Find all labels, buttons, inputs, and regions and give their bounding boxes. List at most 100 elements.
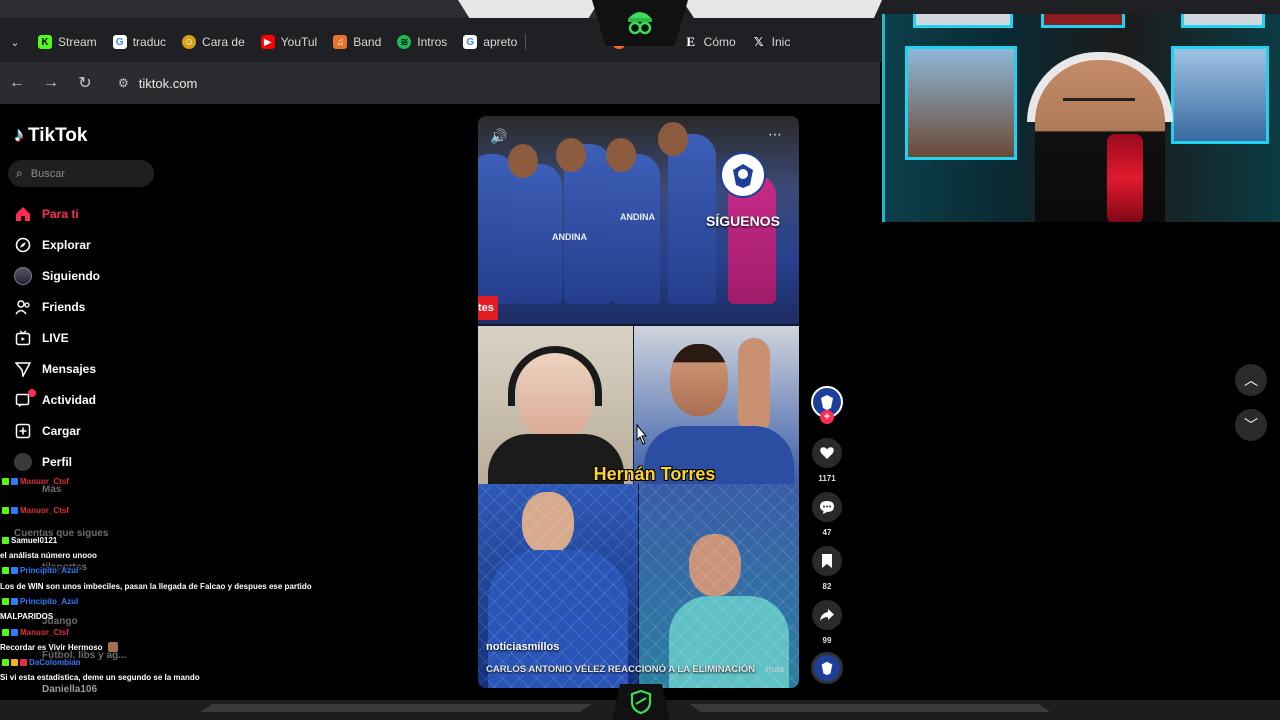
tab-label: YouTul <box>280 35 318 49</box>
chat-user: Manuor_Ctsf <box>0 477 71 487</box>
like-count: 1171 <box>818 474 836 483</box>
vip-badge-icon <box>11 659 18 667</box>
youtube-icon: ▶ <box>260 35 275 49</box>
nav-for-you[interactable]: Para ti <box>14 198 100 229</box>
nav-messages[interactable]: Mensajes <box>14 353 100 384</box>
chat-user: DaColombian <box>0 658 83 668</box>
wall-frame <box>1181 14 1265 28</box>
inbox-icon <box>14 388 36 409</box>
wall-frame <box>905 46 1017 160</box>
share-button[interactable]: 99 <box>808 600 846 650</box>
video-panel-commentator <box>478 326 633 494</box>
url-field[interactable]: ⚙ tiktok.com <box>108 67 868 99</box>
gift-badge-icon <box>20 659 27 667</box>
tab[interactable]: ♫ Band <box>325 28 389 56</box>
sub-badge-icon <box>11 628 18 636</box>
chat-user: Manuor_Ctsf <box>0 506 71 516</box>
search-input[interactable]: ⌕ Buscar <box>8 160 154 187</box>
tab[interactable]: ≋ Intros <box>389 28 455 56</box>
previous-video-button[interactable]: ︿ <box>1235 364 1267 396</box>
tiktok-logo[interactable]: ♪ TikTok <box>14 124 87 147</box>
kick-icon: K <box>38 35 52 49</box>
player-head <box>658 122 688 156</box>
nav-label: Siguiendo <box>42 268 100 283</box>
chat-text: MALPARIDOS <box>0 609 300 624</box>
reload-button[interactable]: ↻ <box>68 66 102 100</box>
follow-plus-icon[interactable]: + <box>820 410 834 424</box>
chat-username: Samuel0121 <box>11 535 58 545</box>
chat-username: Principito_Azul <box>20 566 79 576</box>
e-icon: E <box>686 34 695 49</box>
kick-badge-icon <box>2 628 9 636</box>
chat-message: Samuel0121 <box>0 533 300 548</box>
bookmark-icon <box>812 546 842 576</box>
chat-text: Si vi esta estadística, deme un segundo … <box>0 673 200 683</box>
reload-icon: ↻ <box>78 75 92 92</box>
nav-explore[interactable]: Explorar <box>14 229 100 260</box>
comment-icon <box>812 492 842 522</box>
chat-text: Recordar es Vivir Hermoso <box>0 642 103 652</box>
save-button[interactable]: 82 <box>808 546 846 596</box>
nav-live[interactable]: LIVE <box>14 322 100 353</box>
spotify-icon: ≋ <box>397 35 412 49</box>
following-account[interactable]: Daniella106 <box>42 684 97 695</box>
chat-message: Manuor_Ctsf <box>0 624 300 639</box>
profile-icon <box>14 452 32 471</box>
tab[interactable]: Gapreto <box>455 28 525 56</box>
creator-avatar-button[interactable]: + <box>808 386 846 438</box>
screen: ⌄ K Stream Gtraduc ☺ Cara de ▶ YouTul ♫ Band… <box>0 0 1280 720</box>
more-options-icon[interactable]: ⋯ <box>768 126 782 143</box>
tab[interactable]: Gtraduc <box>105 28 174 56</box>
tab[interactable]: ☺ Cara de <box>174 28 253 56</box>
site-settings-icon[interactable]: ⚙ <box>118 76 129 90</box>
tab-label: Intros <box>417 35 448 49</box>
chat-text: Los de WIN son unos imbeciles, pasan la … <box>0 581 312 591</box>
jersey-sponsor: ANDINA <box>620 212 655 222</box>
video-panel-coach <box>634 326 799 486</box>
chat-username: Manuor_Ctsf <box>20 627 69 637</box>
google-icon: G <box>463 35 478 49</box>
nav-following[interactable]: Siguiendo <box>14 260 100 291</box>
tab[interactable]: 𝕏 Inic <box>744 28 799 56</box>
nav-upload[interactable]: Cargar <box>14 415 100 446</box>
forward-button[interactable]: → <box>34 66 68 100</box>
stream-chat: Manuor_Ctsf Manuor_Ctsf Samuel0121 el an… <box>0 474 312 686</box>
chat-text: Recordar es Vivir Hermoso <box>0 640 300 655</box>
nav-label: Actividad <box>42 392 97 407</box>
chat-user: Principito_Azul <box>0 596 81 606</box>
back-button[interactable]: ← <box>0 66 34 100</box>
tiktok-nav: Para ti Explorar Siguiendo Friends LIVE … <box>14 198 100 477</box>
video-author[interactable]: noticiasmillos <box>486 641 559 653</box>
tab[interactable]: K Stream <box>30 28 105 56</box>
shield-icon <box>630 690 652 714</box>
search-icon: ⌕ <box>16 166 23 180</box>
nav-friends[interactable]: Friends <box>14 291 100 322</box>
address-bar: ← → ↻ ⚙ tiktok.com <box>0 62 880 104</box>
arrow-left-icon: ← <box>9 74 25 91</box>
coach-hands <box>738 338 770 434</box>
nav-label: Explorar <box>42 237 91 252</box>
next-video-button[interactable]: ﹀ <box>1235 409 1267 441</box>
tab[interactable]: E Cómo <box>676 28 744 56</box>
music-disc-button[interactable] <box>808 652 846 684</box>
like-button[interactable]: 1171 <box>808 438 846 488</box>
video-more-link[interactable]: más <box>766 664 784 675</box>
video-player[interactable]: ANDINA ANDINA 🔊 ⋯ SÍGUENOS tes Hernán To… <box>478 116 799 688</box>
coach-head <box>670 344 728 416</box>
tiktok-wordmark: TikTok <box>28 124 88 146</box>
tab[interactable]: ▶ YouTul <box>253 28 325 56</box>
tab-search-chevron-icon[interactable]: ⌄ <box>0 28 30 56</box>
nav-profile[interactable]: Perfil <box>14 446 100 477</box>
player-figure <box>612 154 660 304</box>
wall-frame <box>1171 46 1269 144</box>
nav-activity[interactable]: Actividad <box>14 384 100 415</box>
volume-icon[interactable]: 🔊 <box>490 128 507 145</box>
chevron-up-icon: ︿ <box>1244 372 1258 388</box>
chat-text: el análista número unooo <box>0 551 97 561</box>
share-icon <box>812 600 842 630</box>
chat-username: Principito_Azul <box>20 596 79 606</box>
comment-button[interactable]: 47 <box>808 492 846 542</box>
sub-badge-icon <box>11 478 18 486</box>
tab-label: Cara de <box>202 35 245 49</box>
streamer-logo <box>592 0 688 46</box>
